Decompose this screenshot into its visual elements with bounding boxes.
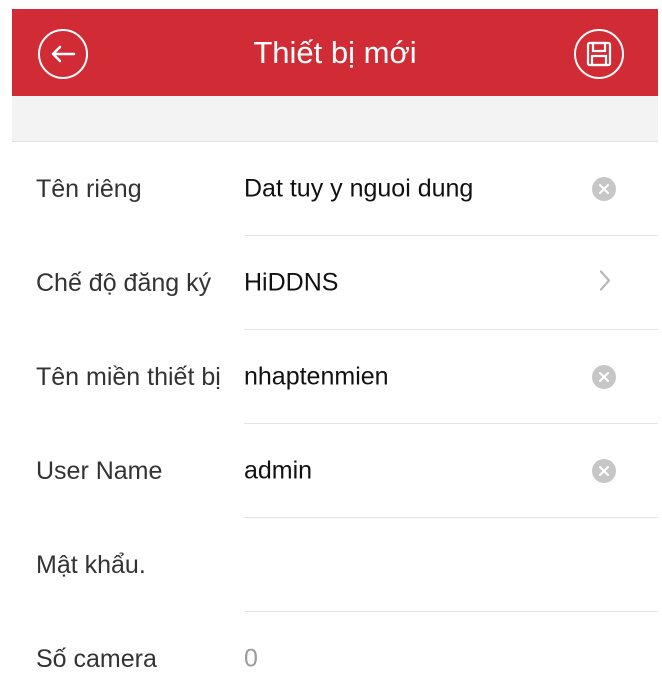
save-button[interactable] <box>574 29 624 79</box>
page-title: Thiết bị mới <box>253 35 417 70</box>
name-label: Tên riêng <box>36 175 142 203</box>
form-row-register-mode[interactable]: Chế độ đăng ký HiDDNS <box>12 236 658 330</box>
register-mode-label: Chế độ đăng ký <box>36 269 212 297</box>
clear-domain-button[interactable] <box>592 365 616 389</box>
section-spacer <box>12 96 658 142</box>
clear-name-button[interactable] <box>592 177 616 201</box>
form-row-domain: Tên miền thiết bị nhaptenmien <box>12 330 658 424</box>
domain-input[interactable]: nhaptenmien <box>244 363 389 392</box>
domain-label: Tên miền thiết bị <box>36 363 221 391</box>
name-input[interactable]: Dat tuy y nguoi dung <box>244 175 473 204</box>
device-form: Tên riêng Dat tuy y nguoi dung Chế độ đă… <box>12 142 658 700</box>
username-label: User Name <box>36 457 163 485</box>
form-row-camera-count: Số camera 0 <box>12 612 658 700</box>
camera-count-label: Số camera <box>36 645 157 673</box>
app-screen: Thiết bị mới Tên riêng Dat tuy y nguoi d… <box>12 9 658 700</box>
chevron-right-icon <box>599 270 611 291</box>
password-label: Mật khẩu. <box>36 551 146 579</box>
register-mode-chevron[interactable] <box>598 269 612 298</box>
clear-icon <box>599 372 609 382</box>
form-row-name: Tên riêng Dat tuy y nguoi dung <box>12 142 658 236</box>
header-bar: Thiết bị mới <box>12 9 658 96</box>
clear-username-button[interactable] <box>592 459 616 483</box>
floppy-disk-icon <box>586 41 612 67</box>
clear-icon <box>599 184 609 194</box>
camera-count-value: 0 <box>244 644 258 673</box>
register-mode-value[interactable]: HiDDNS <box>244 269 338 298</box>
form-row-username: User Name admin <box>12 424 658 518</box>
clear-icon <box>599 466 609 476</box>
form-row-password: Mật khẩu. <box>12 518 658 612</box>
username-input[interactable]: admin <box>244 457 312 486</box>
